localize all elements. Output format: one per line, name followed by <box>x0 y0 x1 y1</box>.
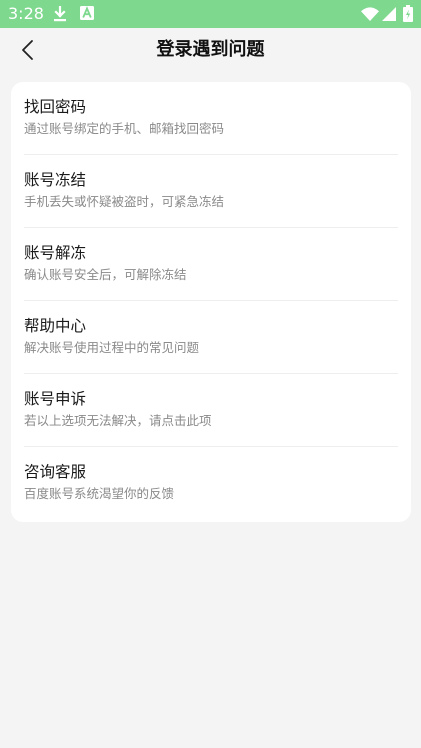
menu-item-description: 解决账号使用过程中的常见问题 <box>24 340 200 355</box>
menu-item-title: 账号解冻 <box>24 244 87 262</box>
menu-item-title: 咨询客服 <box>24 463 87 481</box>
wifi-icon <box>361 7 379 21</box>
battery-icon <box>403 5 413 22</box>
menu-item-description: 确认账号安全后，可解除冻结 <box>24 267 187 282</box>
menu-item-description: 若以上选项无法解决，请点击此项 <box>24 413 212 428</box>
menu-item-recover-password[interactable]: 找回密码 通过账号绑定的手机、邮箱找回密码 <box>11 82 411 155</box>
menu-item-description: 手机丢失或怀疑被盗时，可紧急冻结 <box>24 194 225 209</box>
menu-item-title: 账号冻结 <box>24 171 87 189</box>
download-icon <box>54 6 66 22</box>
status-time: 3:28 <box>8 4 44 23</box>
menu-item-help-center[interactable]: 帮助中心 解决账号使用过程中的常见问题 <box>11 301 411 374</box>
status-bar: 3:28 <box>0 0 421 28</box>
menu-item-customer-service[interactable]: 咨询客服 百度账号系统渴望你的反馈 <box>11 447 411 520</box>
options-card: 找回密码 通过账号绑定的手机、邮箱找回密码 账号冻结 手机丢失或怀疑被盗时，可紧… <box>11 82 411 522</box>
a-icon <box>80 6 94 20</box>
signal-icon <box>382 7 396 21</box>
menu-item-description: 通过账号绑定的手机、邮箱找回密码 <box>24 121 225 136</box>
page-title: 登录遇到问题 <box>156 39 265 60</box>
menu-item-title: 帮助中心 <box>24 317 87 335</box>
menu-item-freeze-account[interactable]: 账号冻结 手机丢失或怀疑被盗时，可紧急冻结 <box>11 155 411 228</box>
menu-item-title: 找回密码 <box>24 98 87 116</box>
menu-item-title: 账号申诉 <box>24 390 87 408</box>
menu-item-account-appeal[interactable]: 账号申诉 若以上选项无法解决，请点击此项 <box>11 374 411 447</box>
menu-item-unfreeze-account[interactable]: 账号解冻 确认账号安全后，可解除冻结 <box>11 228 411 301</box>
menu-item-description: 百度账号系统渴望你的反馈 <box>24 486 175 501</box>
app-bar: 登录遇到问题 <box>0 28 421 72</box>
